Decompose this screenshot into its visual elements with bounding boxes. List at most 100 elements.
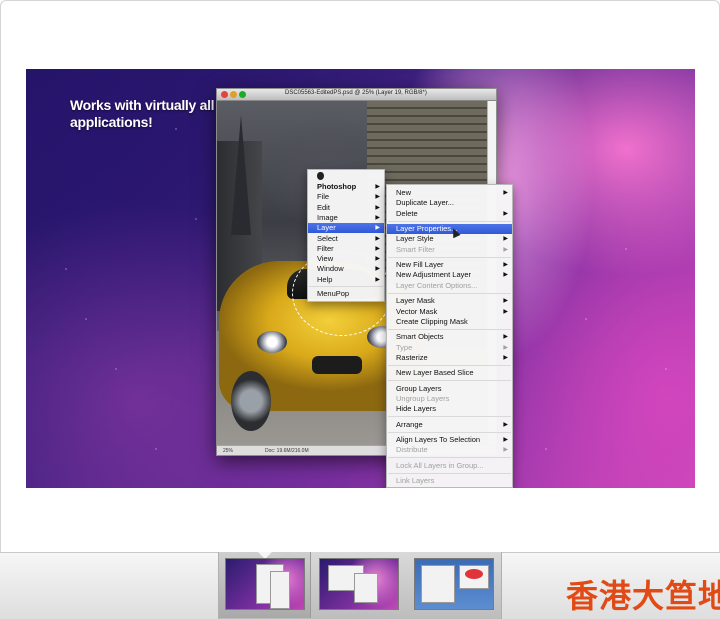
thumbnail-1[interactable]: [225, 558, 305, 610]
chevron-right-icon: ▶: [375, 194, 380, 201]
minimize-button[interactable]: [230, 91, 237, 98]
menu-item-window[interactable]: Window ▶: [308, 264, 384, 274]
menu-item-view[interactable]: View ▶: [308, 254, 384, 264]
photo-car-headlight: [257, 331, 287, 353]
chevron-right-icon: ▶: [503, 272, 508, 279]
menu-item-label: Layer Style: [396, 234, 434, 244]
menu-separator: [388, 416, 511, 418]
menu-item-new-layer-based-slice[interactable]: New Layer Based Slice: [387, 368, 512, 378]
menu-item-label: File: [317, 192, 330, 202]
menu-item-label: Help: [317, 274, 333, 284]
menu-item-label: New Layer Based Slice: [396, 368, 474, 378]
thumbnail-window: [421, 565, 455, 603]
chevron-right-icon: ▶: [375, 235, 380, 242]
menu-item-vector-mask[interactable]: Vector Mask ▶: [387, 307, 512, 317]
menu-item-label: New: [396, 188, 412, 197]
menu-separator: [388, 328, 511, 330]
menu-item-label: Create Clipping Mask: [396, 316, 468, 326]
menu-item-label: View: [317, 254, 334, 264]
menu-item-layer-style[interactable]: Layer Style ▶: [387, 234, 512, 244]
window-title: DSC05563-EditedPS.psd @ 25% (Layer 19, R…: [285, 90, 427, 96]
menu-item-layer-mask[interactable]: Layer Mask ▶: [387, 296, 512, 306]
menu-separator: [388, 431, 511, 433]
menu-item-file[interactable]: File ▶: [308, 192, 384, 202]
menu-item-label: MenuPop: [317, 289, 350, 298]
menu-item-new[interactable]: New ▶: [387, 188, 512, 198]
menu-item-link-layers: Link Layers: [387, 476, 512, 486]
menu-item-label: Smart Filter: [396, 244, 435, 254]
menu-item-layer-content-options: Layer Content Options...: [387, 281, 512, 291]
menu-item-label: Layer Properties...: [396, 224, 458, 234]
menu-item-rasterize[interactable]: Rasterize ▶: [387, 353, 512, 363]
close-button[interactable]: [221, 91, 228, 98]
menu-item-lock-all-layers-in-group: Lock All Layers in Group...: [387, 461, 512, 471]
menu-item-label: Smart Objects: [396, 332, 444, 342]
thumbnail-2[interactable]: [319, 558, 399, 610]
menu-item-label: Layer Mask: [396, 296, 435, 306]
chevron-right-icon: ▶: [375, 184, 380, 190]
menu-item-group-layers[interactable]: Group Layers: [387, 384, 512, 394]
menu-item-delete[interactable]: Delete ▶: [387, 209, 512, 219]
chevron-right-icon: ▶: [375, 256, 380, 263]
popup-main-menu[interactable]: Photoshop ▶ File ▶ Edit ▶ Image ▶ Layer ▶ Select ▶ F…: [307, 169, 385, 302]
hero-screenshot: Works with virtually all applications! D…: [26, 69, 695, 488]
menu-item-filter[interactable]: Filter ▶: [308, 244, 384, 254]
menu-item-photoshop[interactable]: Photoshop ▶: [308, 182, 384, 192]
menu-item-label: Image: [317, 212, 338, 222]
menu-item-label: Rasterize: [396, 352, 428, 362]
menu-item-label: New Adjustment Layer: [396, 270, 472, 280]
menu-separator: [388, 364, 511, 366]
menu-item-new-adjustment-layer[interactable]: New Adjustment Layer ▶: [387, 270, 512, 280]
menu-item-image[interactable]: Image ▶: [308, 213, 384, 223]
chevron-right-icon: ▶: [503, 236, 508, 243]
chevron-right-icon: ▶: [375, 245, 380, 252]
menu-item-hide-layers[interactable]: Hide Layers: [387, 404, 512, 414]
menu-item-label: Vector Mask: [396, 306, 438, 316]
menu-item-create-clipping-mask[interactable]: Create Clipping Mask: [387, 317, 512, 327]
menu-item-layer[interactable]: Layer ▶: [308, 223, 384, 234]
menu-item-label: Arrange: [396, 419, 423, 429]
menu-item-new-fill-layer[interactable]: New Fill Layer ▶: [387, 260, 512, 270]
chevron-right-icon: ▶: [503, 437, 508, 443]
menu-item-help[interactable]: Help ▶: [308, 275, 384, 285]
menu-item-smart-objects[interactable]: Smart Objects ▶: [387, 332, 512, 342]
menu-separator: [388, 380, 511, 382]
menu-item-menupop[interactable]: MenuPop: [308, 289, 384, 299]
menu-item-ungroup-layers: Ungroup Layers: [387, 394, 512, 404]
thumbnail-menu: [270, 571, 290, 609]
menu-item-label: Layer: [317, 223, 336, 233]
chevron-right-icon: ▶: [503, 334, 508, 341]
menu-item-label: Distribute: [396, 445, 428, 455]
menu-item-edit[interactable]: Edit ▶: [308, 203, 384, 213]
menu-item-align-layers-to-selection[interactable]: Align Layers To Selection ▶: [387, 435, 512, 445]
chevron-right-icon: ▶: [503, 190, 508, 196]
menu-item-label: Photoshop: [317, 182, 357, 191]
menu-item-label: Filter: [317, 243, 334, 253]
window-titlebar[interactable]: DSC05563-EditedPS.psd @ 25% (Layer 19, R…: [217, 89, 496, 101]
menu-item-label: Lock All Layers in Group...: [396, 460, 484, 470]
apple-icon[interactable]: [317, 172, 324, 180]
menu-separator: [388, 292, 511, 294]
chevron-right-icon: ▶: [375, 276, 380, 283]
menu-item-select[interactable]: Select ▶: [308, 234, 384, 244]
chevron-right-icon: ▶: [503, 210, 508, 217]
menu-item-arrange[interactable]: Arrange ▶: [387, 420, 512, 430]
menu-separator: [388, 220, 511, 222]
thumbnail-badge: [465, 569, 483, 579]
menu-item-label: Hide Layers: [396, 404, 437, 414]
menu-item-label: Ungroup Layers: [396, 393, 450, 403]
photo-car-grille: [312, 356, 362, 374]
zoom-button[interactable]: [239, 91, 246, 98]
menu-item-duplicate-layer[interactable]: Duplicate Layer...: [387, 198, 512, 208]
menu-item-label: Group Layers: [396, 383, 442, 393]
chevron-right-icon: ▶: [375, 204, 380, 211]
chevron-right-icon: ▶: [503, 344, 508, 351]
hero-headline: Works with virtually all applications!: [70, 97, 215, 130]
menu-item-label: Delete: [396, 208, 418, 218]
thumbnail-3[interactable]: [414, 558, 494, 610]
menu-separator: [388, 457, 511, 459]
menu-item-distribute: Distribute ▶: [387, 445, 512, 455]
zoom-level[interactable]: 25%: [223, 448, 233, 454]
doc-size: Doc: 19.6M/216.0M: [265, 448, 309, 454]
chevron-right-icon: ▶: [503, 447, 508, 454]
